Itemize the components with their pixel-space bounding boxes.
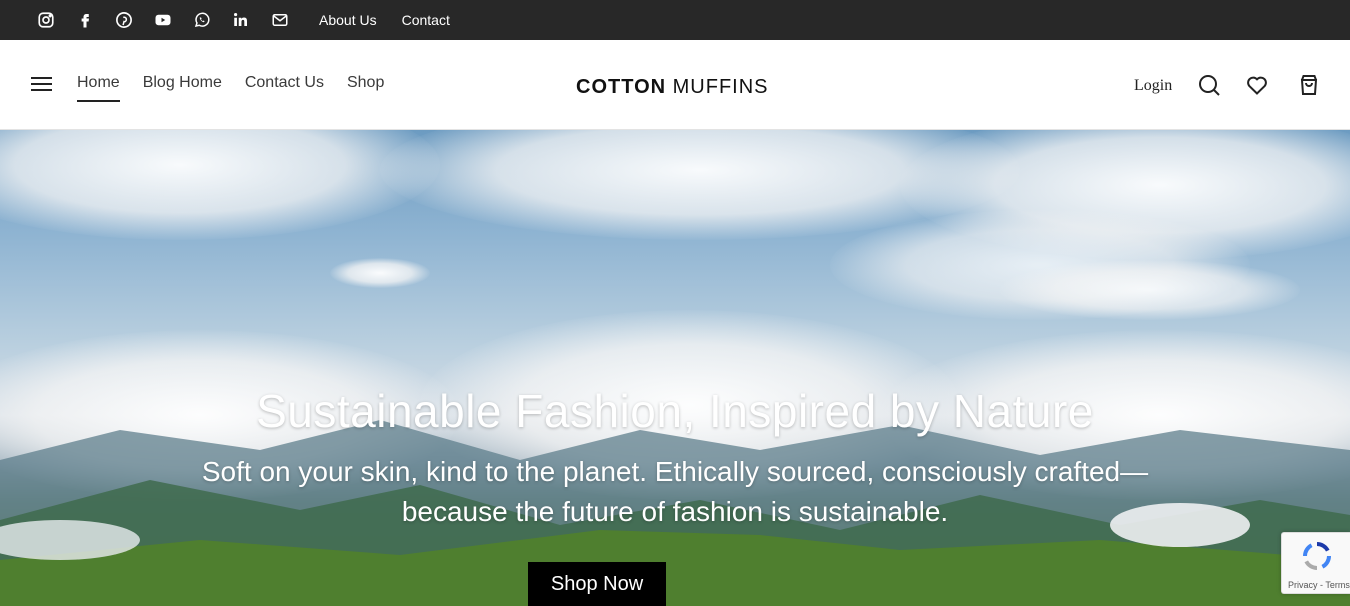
hero-subtitle: Soft on your skin, kind to the planet. E…: [201, 456, 1149, 527]
about-us-link[interactable]: About Us: [319, 12, 377, 28]
main-nav: Home Blog Home Contact Us Shop: [77, 74, 407, 102]
email-icon[interactable]: [270, 10, 290, 30]
hamburger-menu-icon[interactable]: [31, 76, 53, 92]
recaptcha-badge[interactable]: Privacy - Terms: [1281, 532, 1350, 594]
facebook-icon[interactable]: [75, 10, 95, 30]
shop-now-button[interactable]: Shop Now: [528, 562, 666, 606]
search-icon[interactable]: [1197, 73, 1221, 97]
heart-icon[interactable]: [1245, 73, 1269, 97]
recaptcha-privacy-terms[interactable]: Privacy - Terms: [1288, 580, 1350, 590]
top-bar: About Us Contact: [0, 0, 1350, 40]
hero-title: Sustainable Fashion, Inspired by Nature: [256, 385, 1094, 437]
login-link[interactable]: Login: [1134, 77, 1172, 95]
site-header: Home Blog Home Contact Us Shop COTTON MU…: [0, 40, 1350, 130]
instagram-icon[interactable]: [36, 10, 56, 30]
nav-item-contact-us[interactable]: Contact Us: [245, 74, 324, 98]
nav-item-home[interactable]: Home: [77, 74, 120, 102]
nav-item-shop[interactable]: Shop: [347, 74, 384, 98]
cart-icon[interactable]: [1297, 73, 1321, 97]
site-logo[interactable]: COTTON MUFFINS: [576, 76, 769, 99]
linkedin-icon[interactable]: [231, 10, 251, 30]
whatsapp-icon[interactable]: [192, 10, 212, 30]
youtube-icon[interactable]: [153, 10, 173, 30]
contact-link[interactable]: Contact: [402, 12, 450, 28]
social-links: [36, 10, 309, 30]
logo-thin-text: MUFFINS: [672, 76, 769, 98]
hero-banner: Sustainable Fashion, Inspired by Nature …: [0, 130, 1350, 606]
pinterest-icon[interactable]: [114, 10, 134, 30]
mountain-landscape: [0, 420, 1350, 606]
nav-item-blog-home[interactable]: Blog Home: [143, 74, 222, 98]
recaptcha-icon: [1303, 542, 1331, 570]
logo-bold-text: COTTON: [576, 76, 667, 98]
